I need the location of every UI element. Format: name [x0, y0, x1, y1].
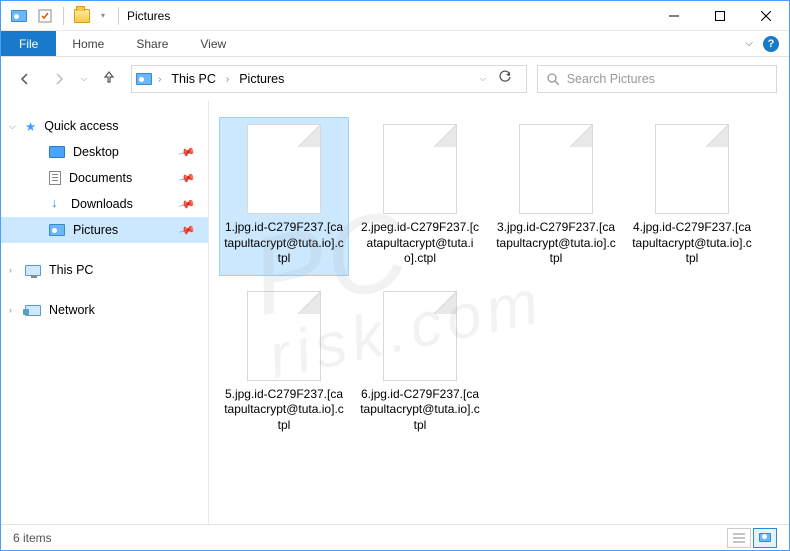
file-item[interactable]: 3.jpg.id-C279F237.[catapultacrypt@tuta.i…	[491, 117, 621, 276]
file-item[interactable]: 6.jpg.id-C279F237.[catapultacrypt@tuta.i…	[355, 284, 485, 443]
sidebar-downloads[interactable]: Downloads 📌	[1, 191, 208, 217]
caret-icon: ⌵	[9, 121, 16, 132]
maximize-button[interactable]	[697, 1, 743, 31]
view-icons-button[interactable]	[753, 528, 777, 548]
nav-back-button[interactable]	[13, 67, 37, 91]
documents-icon	[49, 171, 61, 185]
nav-history-caret[interactable]: ⌵	[81, 74, 87, 84]
qat-explorer-icon[interactable]	[7, 5, 31, 27]
caret-icon: ›	[9, 305, 12, 315]
file-name: 4.jpg.id-C279F237.[catapultacrypt@tuta.i…	[632, 220, 752, 267]
search-input[interactable]	[567, 72, 768, 86]
tab-home[interactable]: Home	[56, 31, 120, 56]
tab-share[interactable]: Share	[120, 31, 184, 56]
crumb-this-pc[interactable]: This PC	[167, 70, 219, 88]
qat-newfolder-icon[interactable]	[70, 5, 94, 27]
nav-up-button[interactable]	[97, 69, 121, 90]
file-name: 5.jpg.id-C279F237.[catapultacrypt@tuta.i…	[224, 387, 344, 434]
file-name: 3.jpg.id-C279F237.[catapultacrypt@tuta.i…	[496, 220, 616, 267]
caret-icon: ›	[9, 265, 12, 275]
file-thumbnail	[383, 124, 457, 214]
file-item[interactable]: 1.jpg.id-C279F237.[catapultacrypt@tuta.i…	[219, 117, 349, 276]
sidebar-documents[interactable]: Documents 📌	[1, 165, 208, 191]
sidebar-pictures[interactable]: Pictures 📌	[1, 217, 208, 243]
nav-forward-button[interactable]	[47, 67, 71, 91]
pictures-icon	[49, 224, 65, 236]
window-title: Pictures	[127, 9, 170, 23]
search-box[interactable]	[537, 65, 777, 93]
address-location-icon	[136, 73, 152, 85]
file-item[interactable]: 5.jpg.id-C279F237.[catapultacrypt@tuta.i…	[219, 284, 349, 443]
sidebar-label: Quick access	[44, 119, 118, 133]
pc-icon	[25, 265, 41, 276]
search-icon	[546, 72, 559, 86]
navigation-pane: ⌵ ★ Quick access Desktop 📌 Documents 📌 D…	[1, 101, 209, 524]
file-thumbnail	[655, 124, 729, 214]
status-bar: 6 items	[1, 524, 789, 550]
network-icon	[25, 305, 41, 316]
sidebar-this-pc[interactable]: › This PC	[1, 257, 208, 283]
ribbon-collapse-caret[interactable]: ⌵	[745, 38, 753, 49]
close-button[interactable]	[743, 1, 789, 31]
file-list[interactable]: 1.jpg.id-C279F237.[catapultacrypt@tuta.i…	[209, 101, 789, 524]
address-bar[interactable]: › This PC › Pictures ⌵	[131, 65, 527, 93]
qat-customize-caret[interactable]: ▾	[96, 5, 110, 27]
pin-icon: 📌	[178, 195, 196, 213]
address-history-caret[interactable]: ⌵	[480, 74, 486, 84]
file-thumbnail	[247, 291, 321, 381]
star-icon: ★	[25, 119, 36, 134]
help-icon[interactable]: ?	[763, 36, 779, 52]
tab-view[interactable]: View	[184, 31, 242, 56]
tab-file[interactable]: File	[1, 31, 56, 56]
sidebar-desktop[interactable]: Desktop 📌	[1, 139, 208, 165]
refresh-button[interactable]	[494, 68, 516, 91]
file-thumbnail	[519, 124, 593, 214]
file-item[interactable]: 2.jpeg.id-C279F237.[catapultacrypt@tuta.…	[355, 117, 485, 276]
minimize-button[interactable]	[651, 1, 697, 31]
crumb-root-caret[interactable]: ›	[156, 74, 163, 85]
quick-access-toolbar: ▾	[1, 5, 110, 27]
pin-icon: 📌	[178, 169, 196, 187]
sidebar-network[interactable]: › Network	[1, 297, 208, 323]
sidebar-quick-access[interactable]: ⌵ ★ Quick access	[1, 113, 208, 139]
qat-properties-icon[interactable]	[33, 5, 57, 27]
window-controls	[651, 1, 789, 31]
pin-icon: 📌	[178, 143, 196, 161]
navigation-bar: ⌵ › This PC › Pictures ⌵	[1, 57, 789, 101]
view-details-button[interactable]	[727, 528, 751, 548]
file-name: 6.jpg.id-C279F237.[catapultacrypt@tuta.i…	[360, 387, 480, 434]
file-thumbnail	[247, 124, 321, 214]
ribbon: File Home Share View ⌵ ?	[1, 31, 789, 57]
file-thumbnail	[383, 291, 457, 381]
file-name: 1.jpg.id-C279F237.[catapultacrypt@tuta.i…	[224, 220, 344, 267]
downloads-icon	[49, 197, 63, 211]
desktop-icon	[49, 146, 65, 158]
title-bar: ▾ Pictures	[1, 1, 789, 31]
crumb-sep-1[interactable]: ›	[224, 74, 231, 85]
main-area: ⌵ ★ Quick access Desktop 📌 Documents 📌 D…	[1, 101, 789, 524]
item-count: 6 items	[13, 531, 52, 545]
file-item[interactable]: 4.jpg.id-C279F237.[catapultacrypt@tuta.i…	[627, 117, 757, 276]
file-name: 2.jpeg.id-C279F237.[catapultacrypt@tuta.…	[360, 220, 480, 267]
crumb-pictures[interactable]: Pictures	[235, 70, 288, 88]
pin-icon: 📌	[178, 221, 196, 239]
